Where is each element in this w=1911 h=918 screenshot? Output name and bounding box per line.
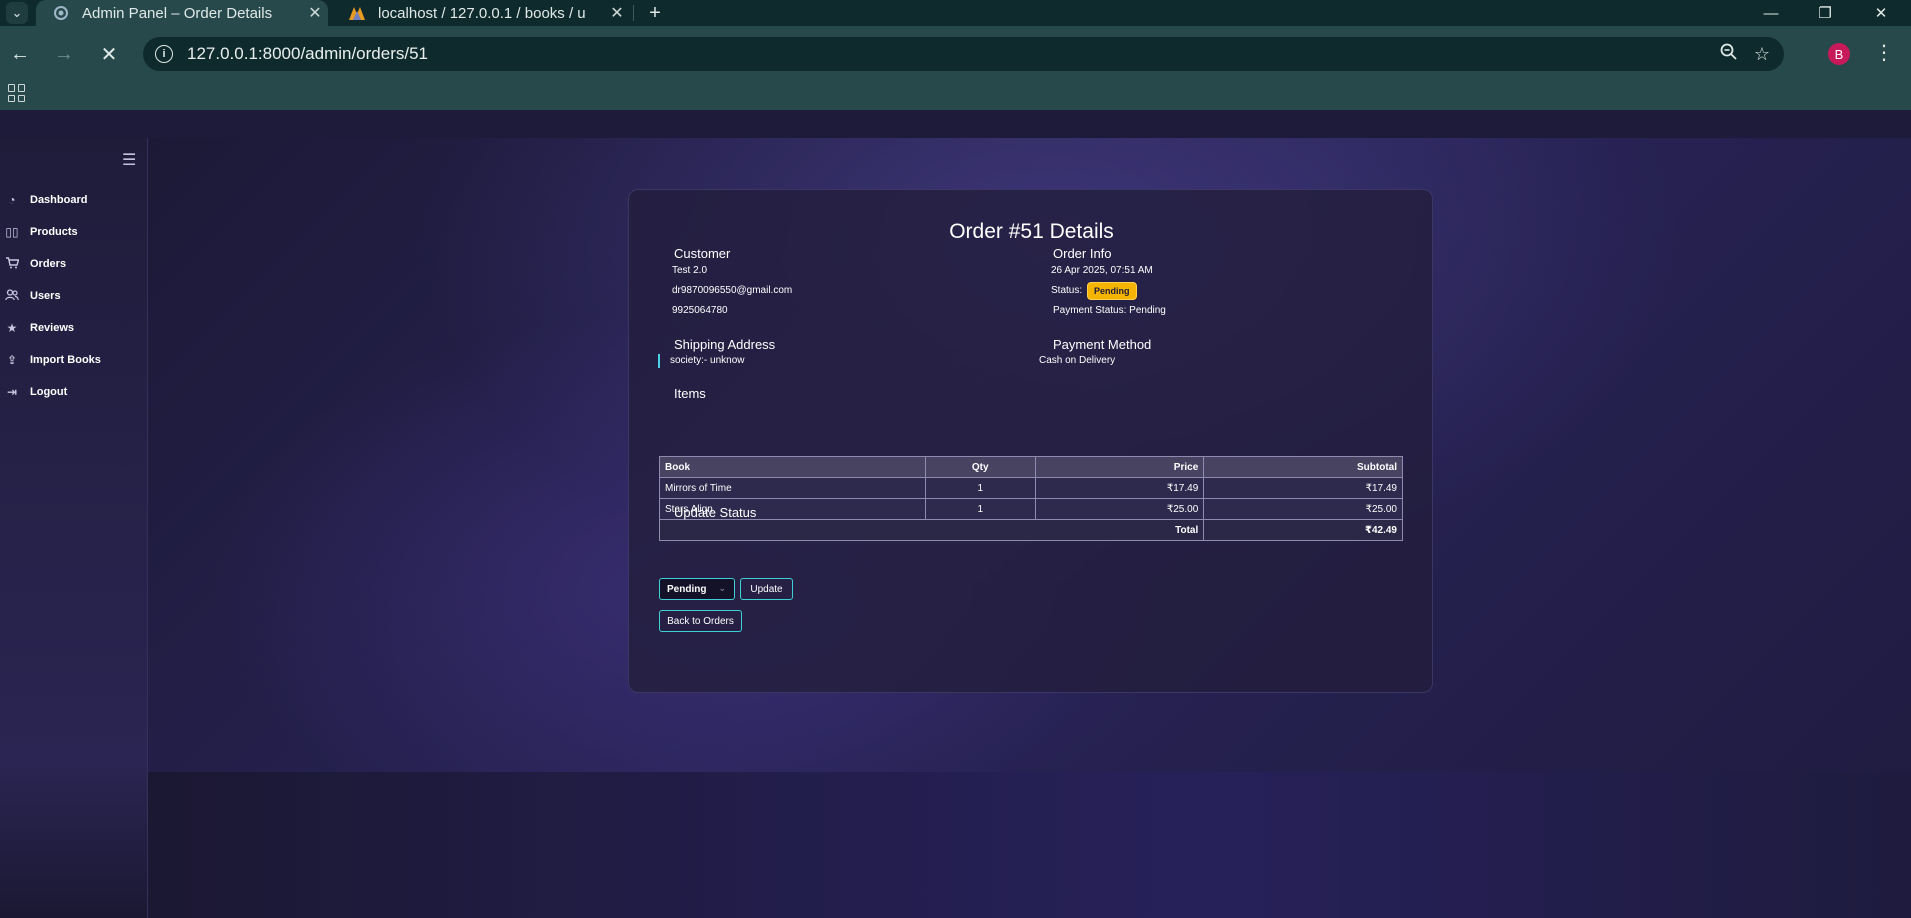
admin-sidebar: ☰ ◔ Dashboard ▯▯ Products Orders Users ★… bbox=[0, 138, 148, 918]
order-details-card: Order #51 Details Customer Test 2.0 dr98… bbox=[628, 189, 1433, 693]
users-icon bbox=[4, 288, 20, 304]
new-tab-plus-icon[interactable]: + bbox=[644, 0, 666, 26]
customer-name: Test 2.0 bbox=[672, 265, 708, 276]
table-total-row: Total ₹42.49 bbox=[658, 519, 1403, 541]
address-bar[interactable]: i 127.0.0.1:8000/admin/orders/51 ☆ bbox=[143, 37, 1784, 71]
stop-loading-icon[interactable]: ✕ bbox=[95, 40, 123, 68]
items-table: Book Qty Price Subtotal Mirrors of Time … bbox=[658, 456, 1403, 541]
restore-icon[interactable]: ❐ bbox=[1802, 0, 1848, 26]
sidebar-item-products[interactable]: ▯▯ Products bbox=[4, 222, 78, 242]
payment-method: Cash on Delivery bbox=[1039, 355, 1116, 366]
payment-method-heading: Payment Method bbox=[1053, 337, 1152, 352]
order-info-heading: Order Info bbox=[1053, 246, 1112, 261]
back-arrow-icon[interactable]: ← bbox=[6, 40, 34, 68]
tab-title: Admin Panel – Order Details bbox=[82, 4, 273, 22]
browser-tab[interactable]: localhost / 127.0.0.1 / books / u ✕ bbox=[340, 0, 630, 26]
sidebar-item-label: Products bbox=[30, 226, 78, 238]
sidebar-item-dashboard[interactable]: ◔ Dashboard bbox=[4, 190, 87, 210]
table-row: Stars Align 1 ₹25.00 ₹25.00 bbox=[659, 498, 1403, 520]
item-price: ₹17.49 bbox=[1034, 477, 1205, 499]
order-date: 26 Apr 2025, 07:51 AM bbox=[1051, 265, 1153, 276]
sidebar-item-label: Import Books bbox=[30, 354, 101, 366]
customer-email: dr9870096550@gmail.com bbox=[672, 285, 793, 296]
browser-menu-icon[interactable]: ⋮ bbox=[1874, 40, 1894, 65]
tab-separator bbox=[633, 5, 634, 21]
item-price: ₹25.00 bbox=[1034, 498, 1205, 520]
total-value: ₹42.49 bbox=[1203, 519, 1403, 541]
table-row: Mirrors of Time 1 ₹17.49 ₹17.49 bbox=[659, 477, 1403, 499]
page-background-lower bbox=[148, 772, 1911, 918]
book-icon: ▯▯ bbox=[5, 225, 19, 239]
items-heading: Items bbox=[674, 386, 706, 401]
upload-icon: ⇪ bbox=[6, 353, 18, 367]
gauge-icon: ◔ bbox=[8, 193, 16, 207]
site-info-icon[interactable]: i bbox=[155, 45, 173, 63]
column-header: Book bbox=[659, 456, 926, 478]
item-subtotal: ₹17.49 bbox=[1203, 477, 1403, 499]
shipping-heading: Shipping Address bbox=[674, 337, 776, 352]
sidebar-item-label: Dashboard bbox=[30, 194, 88, 206]
profile-avatar[interactable]: B bbox=[1828, 43, 1850, 65]
item-qty: 1 bbox=[924, 498, 1036, 520]
customer-phone: 9925064780 bbox=[672, 305, 728, 316]
browser-tabstrip: ⌄ Admin Panel – Order Details ✕ localhos… bbox=[0, 0, 1911, 26]
sidebar-item-reviews[interactable]: ★ Reviews bbox=[4, 318, 74, 338]
browser-toolbar: ← → ✕ i 127.0.0.1:8000/admin/orders/51 ☆… bbox=[0, 26, 1911, 110]
sidebar-item-label: Orders bbox=[30, 258, 67, 270]
sidebar-toggle-icon[interactable]: ☰ bbox=[122, 150, 136, 170]
sidebar-item-orders[interactable]: Orders bbox=[4, 254, 66, 274]
address-accent-bar bbox=[658, 354, 660, 368]
payment-status: Payment Status: Pending bbox=[1053, 305, 1166, 316]
sidebar-item-label: Users bbox=[30, 290, 61, 302]
item-qty: 1 bbox=[924, 477, 1036, 499]
tab-close-icon[interactable]: ✕ bbox=[302, 3, 328, 23]
sidebar-item-import-books[interactable]: ⇪ Import Books bbox=[4, 350, 101, 370]
table-header-row: Book Qty Price Subtotal bbox=[659, 456, 1403, 478]
tab-close-icon[interactable]: ✕ bbox=[604, 3, 630, 23]
zoom-icon[interactable] bbox=[1720, 43, 1738, 66]
tab-search-chevron-icon[interactable]: ⌄ bbox=[6, 2, 28, 24]
browser-tab-active[interactable]: Admin Panel – Order Details ✕ bbox=[36, 0, 328, 26]
sidebar-item-label: Reviews bbox=[30, 322, 75, 334]
forward-arrow-icon[interactable]: → bbox=[50, 40, 78, 68]
item-subtotal: ₹25.00 bbox=[1203, 498, 1403, 520]
status-badge: Pending bbox=[1087, 282, 1137, 300]
customer-heading: Customer bbox=[674, 246, 731, 261]
url-text[interactable]: 127.0.0.1:8000/admin/orders/51 bbox=[187, 44, 428, 64]
logout-icon: ⇥ bbox=[6, 385, 18, 399]
page-title: Order #51 Details bbox=[949, 220, 1114, 243]
status-select[interactable]: Pending ⌄ bbox=[659, 578, 735, 600]
update-button[interactable]: Update bbox=[740, 578, 793, 600]
total-label: Total bbox=[658, 519, 1205, 541]
star-icon: ★ bbox=[6, 321, 18, 335]
close-window-icon[interactable]: ✕ bbox=[1858, 0, 1904, 26]
apps-grid-icon[interactable] bbox=[8, 84, 26, 102]
column-header: Subtotal bbox=[1203, 456, 1403, 478]
sidebar-item-users[interactable]: Users bbox=[4, 286, 61, 306]
omnibox-actions: ☆ bbox=[1720, 37, 1770, 71]
status-select-value: Pending bbox=[667, 583, 707, 595]
shipping-address: society:- unknow bbox=[670, 355, 745, 366]
tab-title: localhost / 127.0.0.1 / books / u bbox=[378, 4, 586, 22]
update-status-heading: Update Status bbox=[674, 505, 757, 520]
item-book: Mirrors of Time bbox=[659, 477, 926, 499]
bookmark-star-icon[interactable]: ☆ bbox=[1754, 44, 1770, 65]
sidebar-item-logout[interactable]: ⇥ Logout bbox=[4, 382, 67, 402]
column-header: Price bbox=[1034, 456, 1205, 478]
column-header: Qty bbox=[924, 456, 1036, 478]
chevron-down-icon: ⌄ bbox=[718, 583, 726, 593]
cart-icon bbox=[4, 256, 20, 272]
status-label: Status: bbox=[1051, 285, 1083, 296]
phpmyadmin-favicon-icon bbox=[348, 5, 366, 21]
page-content: ☰ ◔ Dashboard ▯▯ Products Orders Users ★… bbox=[0, 138, 1911, 918]
sidebar-item-label: Logout bbox=[30, 386, 68, 398]
site-favicon-icon bbox=[52, 5, 70, 21]
back-to-orders-button[interactable]: Back to Orders bbox=[659, 610, 742, 632]
minimize-icon[interactable]: — bbox=[1748, 0, 1794, 26]
